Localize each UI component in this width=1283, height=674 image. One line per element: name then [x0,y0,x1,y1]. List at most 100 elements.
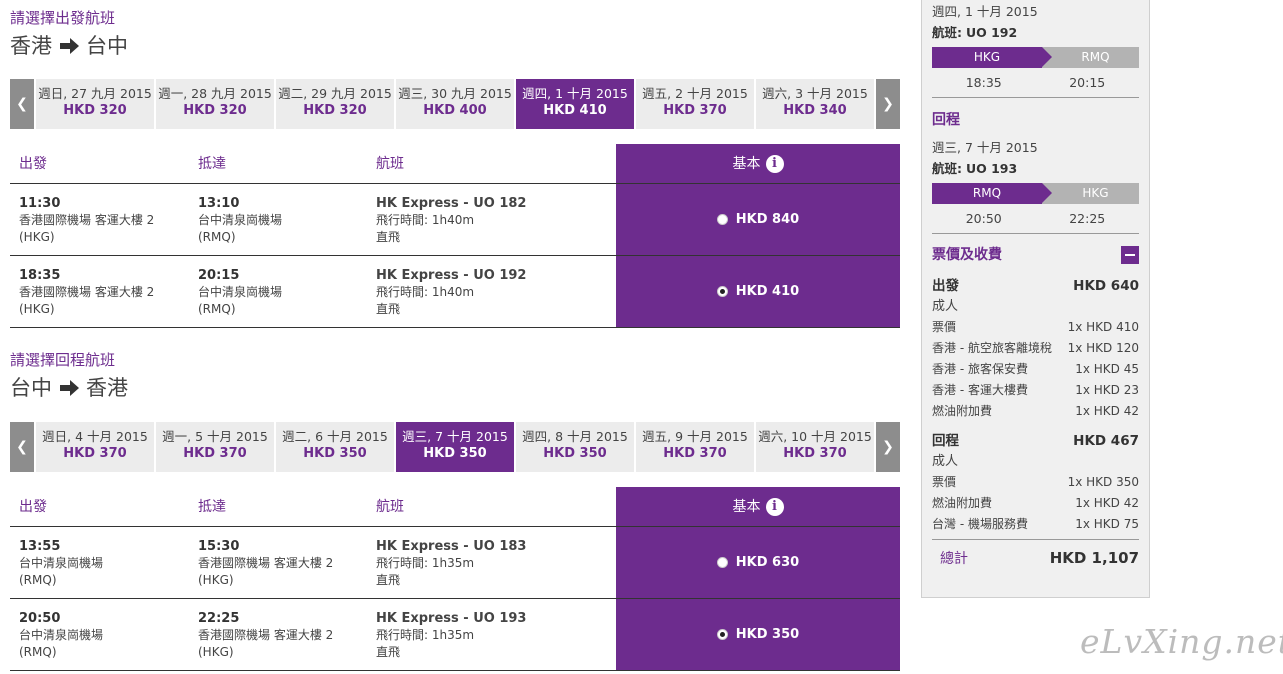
flight-cell: HK Express - UO 193 飛行時間: 1h35m 直飛 [367,599,616,670]
dep-code: (HKG) [19,302,55,316]
date-tab[interactable]: 週三, 30 九月 2015 HKD 400 [396,79,514,129]
grand-total-value: HKD 1,107 [1049,548,1139,567]
arr-code: (HKG) [198,645,234,659]
date-tab[interactable]: 週一, 5 十月 2015 HKD 370 [156,422,274,472]
summary-out-flight: 航班: UO 192 [932,22,1139,43]
col-fare: 基本 i [616,144,900,183]
date-tab[interactable]: 週五, 9 十月 2015 HKD 370 [636,422,754,472]
summary-out-date: 週四, 1 十月 2015 [932,4,1038,19]
date-tab[interactable]: 週四, 1 十月 2015 HKD 410 [516,79,634,129]
date-tab-price: HKD 400 [423,103,487,118]
out-fees-total: HKD 640 [1073,278,1139,294]
date-tab-price: HKD 320 [63,103,127,118]
route-origin: 台中 [10,376,52,400]
dep-time: 20:50 [965,211,1002,226]
date-tab-price: HKD 320 [303,103,367,118]
date-tab-price: HKD 370 [663,103,727,118]
dep-time: 11:30 [19,196,61,211]
date-tab[interactable]: 週六, 3 十月 2015 HKD 340 [756,79,874,129]
chevron-right-icon[interactable]: ❯ [876,422,900,472]
col-flight: 航班 [376,499,404,515]
dep-airport: 香港國際機場 客運大樓 2 [19,213,155,227]
date-tab[interactable]: 週二, 29 九月 2015 HKD 320 [276,79,394,129]
fare-option[interactable]: HKD 410 [616,256,900,327]
fare-radio[interactable] [716,629,728,640]
date-tab[interactable]: 週四, 8 十月 2015 HKD 350 [516,422,634,472]
chevron-left-icon[interactable]: ❮ [10,422,34,472]
date-tab-date: 週三, 30 九月 2015 [398,86,512,101]
date-tab-date: 週日, 4 十月 2015 [42,429,148,444]
arr-airport: 香港國際機場 客運大樓 2 [198,628,334,642]
date-tab[interactable]: 週一, 28 九月 2015 HKD 320 [156,79,274,129]
outbound-section: 請選擇出發航班 香港 台中 [10,8,900,62]
out-fees-list: 票價 1x HKD 410 香港 - 航空旅客離境稅 1x HKD 120 香港 - 旅… [932,317,1139,422]
flight-type: 直飛 [376,230,401,244]
arr-code: (RMQ) [198,302,236,316]
route-destination: 台中 [86,34,128,58]
info-icon[interactable]: i [765,154,784,173]
summary-out-leg: HKG RMQ [932,47,1139,68]
booking-summary: 週四, 1 十月 2015 航班: UO 192 HKG RMQ 18:35 2… [921,0,1150,598]
fee-value: 1x HKD 45 [1075,362,1139,376]
dep-time: 18:35 [965,75,1002,90]
fee-name: 燃油附加費 [932,496,993,510]
flight-number: HK Express - UO 193 [376,611,527,626]
col-arrive: 抵達 [198,499,226,515]
arr-time: 22:25 [1069,211,1106,226]
arr-time: 13:10 [198,196,240,211]
fee-value: 1x HKD 410 [1067,320,1139,334]
inbound-date-list: 週日, 4 十月 2015 HKD 370 週一, 5 十月 2015 HKD 370… [36,422,874,472]
fare-option[interactable]: HKD 840 [616,184,900,255]
route-origin: 香港 [10,34,52,58]
fee-value: 1x HKD 42 [1075,404,1139,418]
chevron-right-icon[interactable]: ❯ [876,79,900,129]
flight-label: 航班: [932,25,962,40]
date-tab-price: HKD 410 [543,103,607,118]
fare-radio[interactable] [716,286,728,297]
minus-icon[interactable] [1121,246,1139,264]
in-fees-title: 回程 [932,433,959,449]
arrow-right-icon [60,38,79,54]
fare-price: HKD 350 [735,627,800,642]
date-tab[interactable]: 週二, 6 十月 2015 HKD 350 [276,422,394,472]
date-tab-date: 週六, 3 十月 2015 [762,86,868,101]
date-tab[interactable]: 週日, 4 十月 2015 HKD 370 [36,422,154,472]
in-fees-header: 回程 HKD 467 [932,430,1139,452]
flight-row: 20:50 台中清泉崗機場 (RMQ) 22:25 香港國際機場 客運大樓 2 (HKG)… [10,599,900,671]
chevron-left-icon[interactable]: ❮ [10,79,34,129]
date-tab-price: HKD 350 [543,446,607,461]
fee-row: 燃油附加費 1x HKD 42 [932,493,1139,514]
depart-cell: 18:35 香港國際機場 客運大樓 2 (HKG) [10,256,189,327]
flight-cell: HK Express - UO 192 飛行時間: 1h40m 直飛 [367,256,616,327]
date-tab-price: HKD 370 [783,446,847,461]
table-header: 出發 抵達 航班 基本 i [10,487,900,527]
summary-in-times: 20:50 22:25 [932,204,1139,234]
fee-value: 1x HKD 42 [1075,496,1139,510]
date-tab[interactable]: 週六, 10 十月 2015 HKD 370 [756,422,874,472]
date-tab-date: 週三, 7 十月 2015 [402,429,508,444]
summary-out-times: 18:35 20:15 [932,68,1139,98]
fare-label: 基本 [732,498,761,515]
col-arrive: 抵達 [198,156,226,172]
grand-total-label: 總計 [940,550,968,567]
fare-price: HKD 630 [735,555,800,570]
flight-type: 直飛 [376,645,401,659]
date-tab-date: 週二, 29 九月 2015 [278,86,392,101]
info-icon[interactable]: i [765,497,784,516]
fare-radio[interactable] [716,214,728,225]
flight-label: 航班: [932,161,962,176]
dep-time: 18:35 [19,268,61,283]
flight-duration: 飛行時間: 1h40m [376,213,475,227]
fare-option[interactable]: HKD 350 [616,599,900,670]
date-tab[interactable]: 週三, 7 十月 2015 HKD 350 [396,422,514,472]
date-tab[interactable]: 週日, 27 九月 2015 HKD 320 [36,79,154,129]
arr-airport: 台中清泉崗機場 [198,213,283,227]
date-tab[interactable]: 週五, 2 十月 2015 HKD 370 [636,79,754,129]
in-fees-adult: 成人 [932,454,959,469]
fare-option[interactable]: HKD 630 [616,527,900,598]
date-tab-price: HKD 320 [183,103,247,118]
fare-radio[interactable] [716,557,728,568]
fee-name: 香港 - 航空旅客離境稅 [932,341,1052,355]
dep-code: (RMQ) [19,573,57,587]
table-header: 出發 抵達 航班 基本 i [10,144,900,184]
